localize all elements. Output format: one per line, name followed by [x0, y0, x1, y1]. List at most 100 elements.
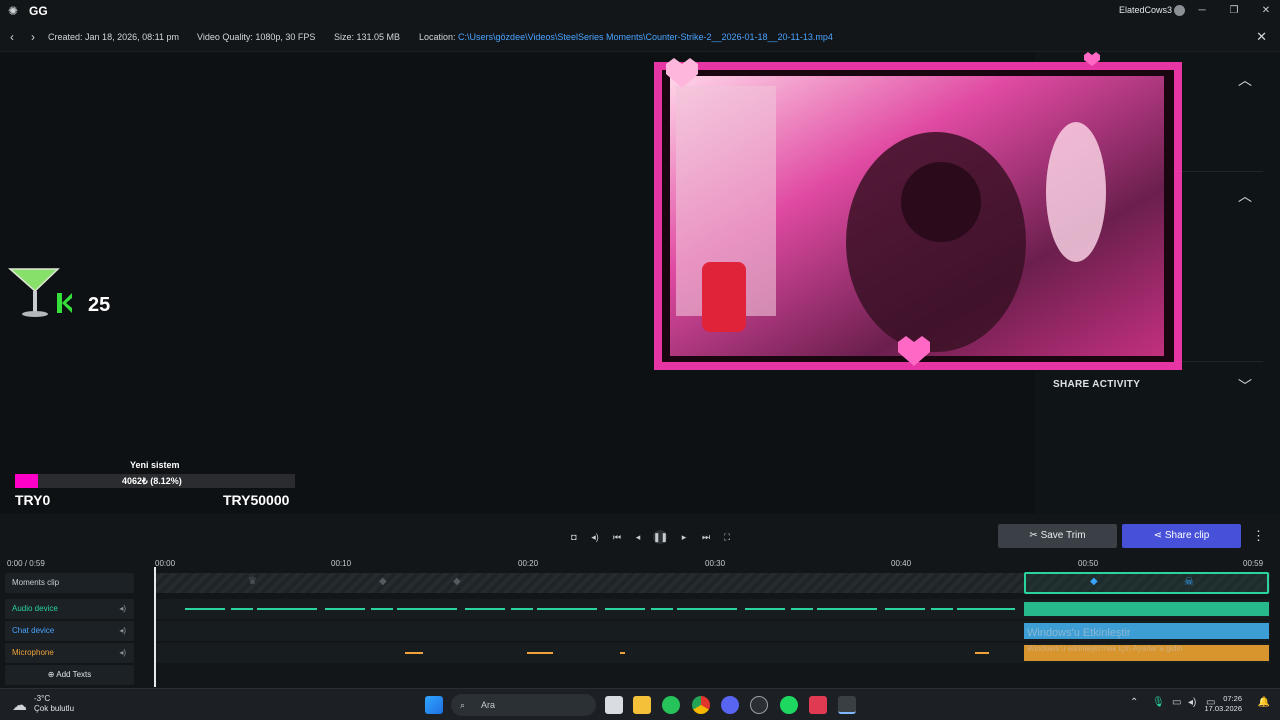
track-label-chat[interactable]: Chat device ◂) — [5, 621, 134, 641]
avatar[interactable] — [1174, 5, 1185, 16]
tick-label: 00:30 — [705, 559, 726, 568]
fullscreen-icon[interactable]: ⛶ — [720, 530, 734, 544]
activation-watermark-text: Windows'u etkinleştirmek için Ayarlar'a … — [1027, 644, 1183, 653]
location-label: Location: — [419, 32, 456, 42]
steam-icon[interactable] — [750, 696, 768, 714]
temperature: -3°C — [34, 694, 51, 703]
location-path-link[interactable]: C:\Users\gözdee\Videos\SteelSeries Momen… — [458, 32, 833, 42]
collapse-section-2-icon[interactable]: ︿ — [1238, 186, 1252, 206]
share-activity-header[interactable]: SHARE ACTIVITY — [1053, 379, 1140, 390]
notification-icon[interactable]: 🔔 — [1258, 697, 1270, 708]
snapshot-icon[interactable]: ◘ — [567, 530, 581, 544]
close-clip-icon[interactable]: ✕ — [1256, 29, 1267, 45]
microphone-icon[interactable]: 🎙 — [1152, 697, 1165, 708]
tick-label: 00:50 — [1078, 559, 1099, 568]
created-value: Jan 18, 2026, 08:11 pm — [85, 32, 179, 42]
speaker-icon[interactable]: ◂) — [119, 599, 126, 619]
moment-marker-icon[interactable]: ◆ — [1090, 576, 1098, 587]
track-label-text: Chat device — [12, 626, 55, 635]
steelseries-logo-icon: ✺ — [8, 4, 19, 18]
timeline: 0:00 / 0:59 00:00 00:10 00:20 00:30 00:4… — [0, 556, 1280, 688]
whatsapp-icon[interactable] — [662, 696, 680, 714]
trim-selection[interactable]: ◆ ☠ — [1024, 572, 1269, 594]
chrome-icon[interactable] — [692, 696, 710, 714]
goal-min: TRY0 — [15, 492, 51, 508]
add-texts-label: Add Texts — [56, 670, 92, 679]
track-label-text: Audio device — [12, 604, 58, 613]
moment-marker-icon[interactable]: ◆ — [453, 576, 461, 587]
kill-count: 25 — [88, 294, 111, 316]
network-icon[interactable]: ▭ — [1172, 697, 1181, 708]
track-label-audio[interactable]: Audio device ◂) — [5, 599, 134, 619]
skip-to-end-icon[interactable]: ⏭ — [699, 530, 713, 544]
track-label-moments[interactable]: Moments clip — [5, 573, 134, 593]
search-placeholder: Ara — [481, 700, 496, 710]
spotify-icon[interactable] — [780, 696, 798, 714]
weather-widget[interactable]: -3°C Çok bulutlu — [34, 694, 74, 714]
quality-info: Video Quality: 1080p, 30 FPS — [197, 32, 315, 42]
share-clip-button[interactable]: ⋖ Share clip — [1122, 524, 1241, 548]
size-info: Size: 131.05 MB — [334, 32, 400, 42]
chevron-up-icon[interactable]: ⌃ — [1130, 697, 1138, 708]
more-options-icon[interactable]: ⋮ — [1252, 528, 1265, 544]
file-explorer-icon[interactable] — [633, 696, 651, 714]
taskbar: ☁ -3°C Çok bulutlu ⌕ Ara ⌃ 🎙 ▭ ◂) ▭ 07:2… — [0, 688, 1280, 720]
frame-forward-icon[interactable]: ▸ — [677, 530, 691, 544]
clock[interactable]: 07:26 17.03.2026 — [1204, 694, 1242, 714]
task-view-icon[interactable] — [605, 696, 623, 714]
vivaldi-icon[interactable] — [809, 696, 827, 714]
expand-share-activity-icon[interactable]: ﹀ — [1238, 376, 1252, 396]
add-texts-button[interactable]: ⊕ Add Texts — [5, 665, 134, 685]
clock-time: 07:26 — [1223, 694, 1242, 703]
search-icon: ⌕ — [460, 700, 466, 710]
cloud-icon[interactable]: ☁ — [12, 696, 27, 714]
weather-condition: Çok bulutlu — [34, 704, 75, 713]
playhead[interactable] — [154, 567, 156, 687]
steelseries-gg-icon[interactable] — [838, 696, 856, 714]
skip-to-start-icon[interactable]: ⏮ — [610, 530, 624, 544]
size-label: Size: — [334, 32, 355, 42]
created-info: Created: Jan 18, 2026, 08:11 pm — [48, 32, 179, 42]
frame-back-icon[interactable]: ◂ — [631, 530, 645, 544]
next-clip-icon[interactable]: › — [31, 30, 35, 44]
username[interactable]: ElatedCows3 — [1119, 5, 1172, 15]
save-trim-button[interactable]: ✂ Save Trim — [998, 524, 1117, 548]
tick-label: 00:20 — [518, 559, 539, 568]
tick-label: 00:40 — [891, 559, 912, 568]
track-label-text: Moments clip — [12, 578, 60, 587]
minimize-icon[interactable]: ─ — [1194, 3, 1210, 19]
clock-date: 17.03.2026 — [1204, 704, 1242, 713]
donation-goal-widget: Yeni sistem 4062₺ (8.12%) TRY0 TRY50000 — [12, 460, 302, 512]
share-icon: ⋖ — [1153, 530, 1163, 541]
goal-max: TRY50000 — [223, 492, 290, 508]
clip-info-bar: ‹ › Created: Jan 18, 2026, 08:11 pm Vide… — [0, 22, 1280, 52]
scissors-icon: ✂ — [1029, 530, 1038, 541]
previous-clip-icon[interactable]: ‹ — [10, 30, 14, 44]
size-value: 131.05 MB — [356, 32, 401, 42]
webcam-overlay — [654, 52, 1182, 370]
goal-progress-text: 4062₺ (8.12%) — [122, 476, 182, 486]
quality-label: Video Quality: — [197, 32, 253, 42]
skull-icon[interactable]: ☠ — [1184, 575, 1194, 588]
collapse-section-1-icon[interactable]: ︿ — [1238, 70, 1252, 90]
search-box[interactable]: ⌕ Ara — [451, 694, 596, 716]
tick-label: 00:00 — [155, 559, 176, 568]
volume-icon[interactable]: ◂) — [588, 530, 602, 544]
close-window-icon[interactable]: ✕ — [1258, 3, 1274, 19]
tick-label: 00:59 — [1243, 559, 1264, 568]
created-label: Created: — [48, 32, 83, 42]
trim-audio-region — [1024, 602, 1269, 616]
speaker-icon[interactable]: ◂) — [119, 621, 126, 641]
restore-icon[interactable]: ❐ — [1226, 3, 1242, 19]
start-icon[interactable] — [425, 696, 443, 714]
discord-icon[interactable] — [721, 696, 739, 714]
goal-progress-fill — [15, 474, 38, 488]
pause-icon[interactable]: ❚❚ — [653, 530, 668, 544]
quality-value: 1080p, 30 FPS — [255, 32, 316, 42]
trophy-icon[interactable]: ♛ — [248, 576, 257, 587]
moment-marker-icon[interactable]: ◆ — [379, 576, 387, 587]
speaker-icon[interactable]: ◂) — [119, 643, 126, 663]
track-label-microphone[interactable]: Microphone ◂) — [5, 643, 134, 663]
volume-tray-icon[interactable]: ◂) — [1188, 697, 1196, 708]
share-clip-label: Share clip — [1164, 530, 1210, 541]
